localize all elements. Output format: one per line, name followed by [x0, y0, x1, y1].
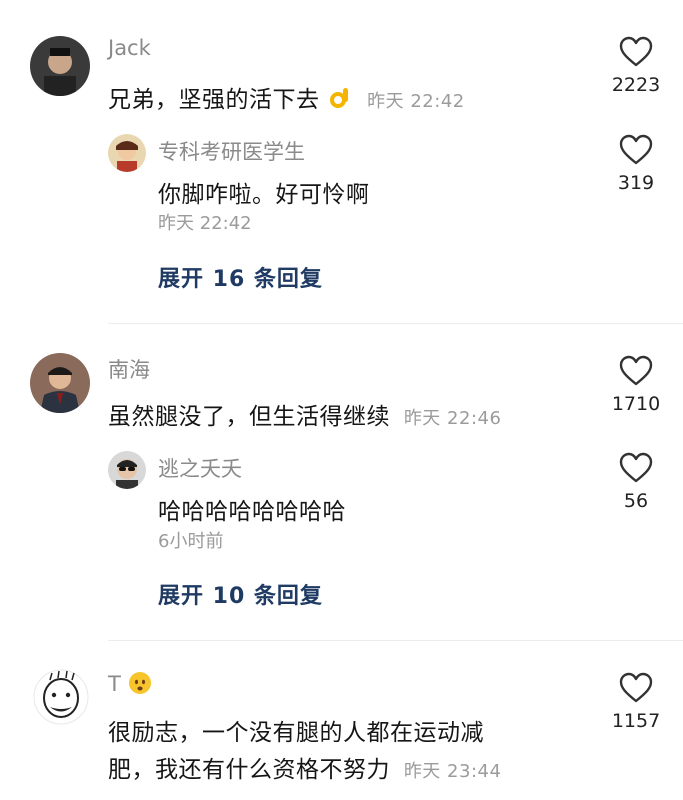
like-button[interactable]: 2223: [596, 36, 676, 96]
reply-text: 你脚咋啦。好可怜啊: [158, 182, 370, 208]
like-button[interactable]: 1157: [596, 672, 676, 732]
avatar[interactable]: [108, 134, 146, 172]
heart-outline-icon: [619, 452, 653, 483]
divider: [108, 640, 683, 641]
like-button[interactable]: 319: [596, 134, 676, 194]
comment-text-line1: 很励志，一个没有腿的人都在运动减: [108, 720, 484, 746]
comment-time: 昨天 23:44: [403, 761, 502, 782]
comment-text: 虽然腿没了，但生活得继续 昨天 22:46: [108, 397, 501, 431]
comment-text-line2: 肥，我还有什么资格不努力 昨天 23:44: [108, 750, 501, 784]
reply-author[interactable]: 逃之夭夭: [158, 453, 242, 483]
comment-text: 兄弟，坚强的活下去 昨天 22:42: [108, 80, 465, 117]
divider: [108, 323, 683, 324]
avatar[interactable]: [30, 36, 90, 96]
heart-outline-icon: [619, 672, 653, 703]
heart-outline-icon: [619, 134, 653, 165]
expand-replies-button[interactable]: 展开 10 条回复: [158, 578, 323, 610]
comment-author[interactable]: T: [108, 671, 152, 700]
like-count: 1710: [611, 393, 661, 415]
avatar[interactable]: [30, 353, 90, 413]
like-count: 2223: [611, 74, 661, 96]
reply-author[interactable]: 专科考研医学生: [158, 136, 305, 166]
expand-replies-button[interactable]: 展开 16 条回复: [158, 261, 323, 293]
comment-author-name: T: [108, 672, 121, 696]
reply-text: 哈哈哈哈哈哈哈哈: [158, 499, 346, 525]
comment-body: 兄弟，坚强的活下去: [108, 87, 320, 113]
like-count: 56: [623, 490, 649, 512]
like-count: 1157: [611, 710, 661, 732]
like-button[interactable]: 56: [596, 452, 676, 512]
heart-outline-icon: [619, 36, 653, 67]
reply-time: 昨天 22:42: [158, 213, 252, 234]
comment-author[interactable]: 南海: [108, 354, 150, 384]
comment-body: 肥，我还有什么资格不努力: [108, 757, 390, 783]
reply-time: 6小时前: [158, 531, 224, 552]
comment-time: 昨天 22:46: [403, 408, 502, 429]
ok-hand-emoji: [327, 85, 353, 117]
avatar[interactable]: [108, 451, 146, 489]
avatar[interactable]: [32, 668, 90, 726]
like-button[interactable]: 1710: [596, 355, 676, 415]
heart-outline-icon: [619, 355, 653, 386]
comment-body: 虽然腿没了，但生活得继续: [108, 404, 390, 430]
like-count: 319: [617, 172, 655, 194]
comment-author[interactable]: Jack: [108, 36, 151, 60]
worried-face-emoji: [128, 671, 152, 700]
comment-time: 昨天 22:42: [367, 91, 465, 112]
